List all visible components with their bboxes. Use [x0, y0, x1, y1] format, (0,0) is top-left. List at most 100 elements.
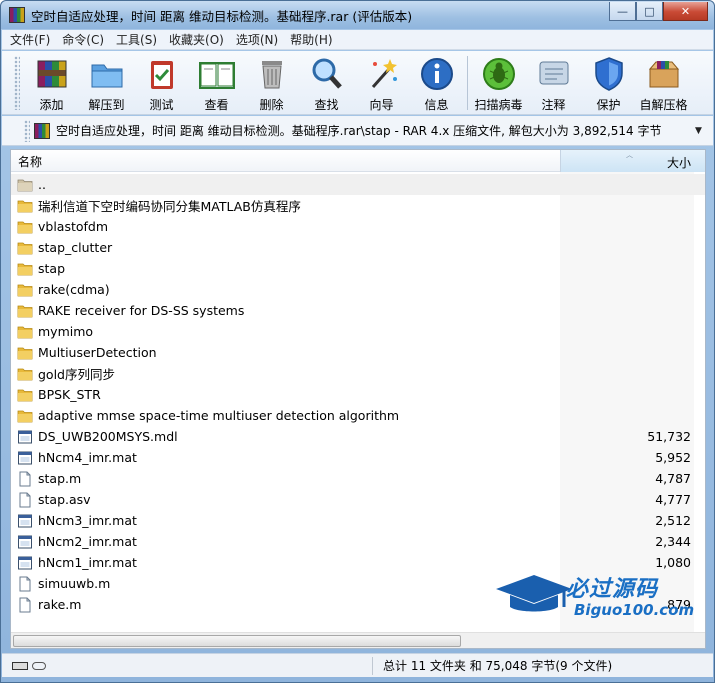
address-path[interactable]: 空时自适应处理，时间 距离 维动目标检测。基础程序.rar\stap - RAR…	[56, 122, 695, 139]
column-size-header[interactable]: ︿ 大小	[560, 150, 705, 172]
file-row[interactable]: 瑞利信道下空时编码协同分集MATLAB仿真程序	[11, 195, 705, 216]
folder-icon	[17, 219, 33, 235]
folder-icon	[17, 324, 33, 340]
file-row[interactable]: stap.m 4,787	[11, 468, 705, 489]
add-label: 添加	[39, 98, 64, 112]
file-name: MultiuserDetection	[38, 345, 157, 360]
file-row[interactable]: stap	[11, 258, 705, 279]
add-button[interactable]: 添加	[24, 51, 79, 113]
file-size: 4,777	[655, 492, 691, 507]
magnifier-icon	[312, 58, 342, 89]
file-size: 51,732	[647, 429, 691, 444]
view-book-icon	[198, 62, 235, 89]
drive-icon[interactable]	[12, 661, 28, 670]
minimize-button[interactable]: —	[609, 2, 636, 21]
sfx-button[interactable]: 自解压格	[636, 51, 691, 113]
watermark-en: Biguo100.com	[574, 601, 695, 619]
wizard-wand-icon	[371, 59, 397, 88]
file-row[interactable]: mymimo	[11, 321, 705, 342]
comment-button[interactable]: 注释	[526, 51, 581, 113]
file-name: stap.asv	[38, 492, 91, 507]
file-row[interactable]: gold序列同步	[11, 363, 705, 384]
folder-icon	[17, 240, 33, 256]
window-controls: — □ ✕	[609, 2, 708, 21]
menu-tools[interactable]: 工具(S)	[110, 31, 163, 48]
virus-scan-button[interactable]: 扫描病毒	[471, 51, 526, 113]
file-row[interactable]: stap.asv 4,777	[11, 489, 705, 510]
folder-icon	[17, 345, 33, 361]
file-row[interactable]: BPSK_STR	[11, 384, 705, 405]
file-row[interactable]: hNcm2_imr.mat 2,344	[11, 531, 705, 552]
file-size: 4,787	[655, 471, 691, 486]
file-rows: .. 瑞利信道下空时编码协同分集MATLAB仿真程序 vblastofdm stap_…	[11, 174, 705, 615]
wizard-button[interactable]: 向导	[354, 51, 409, 113]
info-icon	[420, 58, 453, 90]
menu-file[interactable]: 文件(F)	[2, 31, 56, 48]
folder-icon	[17, 366, 33, 382]
column-name-header[interactable]: 名称	[18, 153, 42, 170]
file-row[interactable]: MultiuserDetection	[11, 342, 705, 363]
key-icon[interactable]	[32, 661, 46, 670]
file-name: hNcm4_imr.mat	[38, 450, 137, 465]
address-bar[interactable]: 空时自适应处理，时间 距离 维动目标检测。基础程序.rar\stap - RAR…	[2, 116, 713, 146]
protect-button[interactable]: 保护	[581, 51, 636, 113]
file-row[interactable]: vblastofdm	[11, 216, 705, 237]
file-row[interactable]: adaptive mmse space-time multiuser detec…	[11, 405, 705, 426]
menu-options[interactable]: 选项(N)	[230, 31, 284, 48]
menu-help[interactable]: 帮助(H)	[284, 31, 338, 48]
sfx-box-icon	[648, 61, 679, 88]
folder-icon	[17, 261, 33, 277]
file-name: adaptive mmse space-time multiuser detec…	[38, 408, 400, 423]
folder-icon	[17, 303, 33, 319]
file-size: 2,344	[655, 534, 691, 549]
winrar-logo-icon	[9, 7, 25, 23]
file-row[interactable]: RAKE receiver for DS-SS systems	[11, 300, 705, 321]
data-file-icon	[17, 555, 33, 571]
view-label: 查看	[204, 98, 229, 112]
delete-button[interactable]: 删除	[244, 51, 299, 113]
file-row[interactable]: rake(cdma)	[11, 279, 705, 300]
extract-folder-icon	[91, 64, 122, 88]
address-dropdown-icon[interactable]: ▼	[695, 126, 709, 136]
sfx-label: 自解压格	[639, 98, 688, 112]
file-size: 5,952	[655, 450, 691, 465]
document-icon	[17, 576, 33, 592]
menu-favorites[interactable]: 收藏夹(O)	[163, 31, 230, 48]
file-row[interactable]: hNcm4_imr.mat 5,952	[11, 447, 705, 468]
archive-icon	[34, 122, 50, 139]
menu-commands[interactable]: 命令(C)	[56, 31, 110, 48]
data-file-icon	[17, 513, 33, 529]
extract-to-button[interactable]: 解压到	[79, 51, 134, 113]
close-button[interactable]: ✕	[663, 2, 708, 21]
folder-icon	[17, 408, 33, 424]
status-bar: 总计 11 文件夹 和 75,048 字节(9 个文件)	[2, 653, 713, 677]
folder-icon	[17, 282, 33, 298]
scrollbar-thumb[interactable]	[13, 635, 461, 647]
info-button[interactable]: 信息	[409, 51, 464, 113]
horizontal-scrollbar[interactable]	[11, 632, 705, 648]
title-bar[interactable]: 空时自适应处理，时间 距离 维动目标检测。基础程序.rar (评估版本) — □…	[1, 1, 714, 29]
view-button[interactable]: 查看	[189, 51, 244, 113]
toolbar-separator	[467, 56, 468, 110]
toolbar-grip[interactable]	[14, 56, 20, 110]
comment-icon	[539, 61, 568, 85]
parent-directory-row[interactable]: ..	[11, 174, 705, 195]
virus-scan-icon	[482, 58, 515, 90]
find-button[interactable]: 查找	[299, 51, 354, 113]
protect-label: 保护	[596, 98, 621, 112]
document-icon	[17, 471, 33, 487]
file-size: 2,512	[655, 513, 691, 528]
sort-arrow-icon: ︿	[626, 151, 633, 159]
maximize-button[interactable]: □	[636, 2, 663, 21]
test-button[interactable]: 测试	[134, 51, 189, 113]
file-name: RAKE receiver for DS-SS systems	[38, 303, 245, 318]
file-row[interactable]: DS_UWB200MSYS.mdl 51,732	[11, 426, 705, 447]
address-grip[interactable]	[24, 119, 30, 142]
status-summary: 总计 11 文件夹 和 75,048 字节(9 个文件)	[383, 659, 613, 673]
file-name: ..	[38, 177, 46, 192]
file-row[interactable]: hNcm3_imr.mat 2,512	[11, 510, 705, 531]
wizard-label: 向导	[369, 98, 394, 112]
watermark-cn: 必过源码	[566, 577, 659, 602]
file-row[interactable]: stap_clutter	[11, 237, 705, 258]
list-header: 名称 ︿ 大小	[11, 150, 705, 172]
